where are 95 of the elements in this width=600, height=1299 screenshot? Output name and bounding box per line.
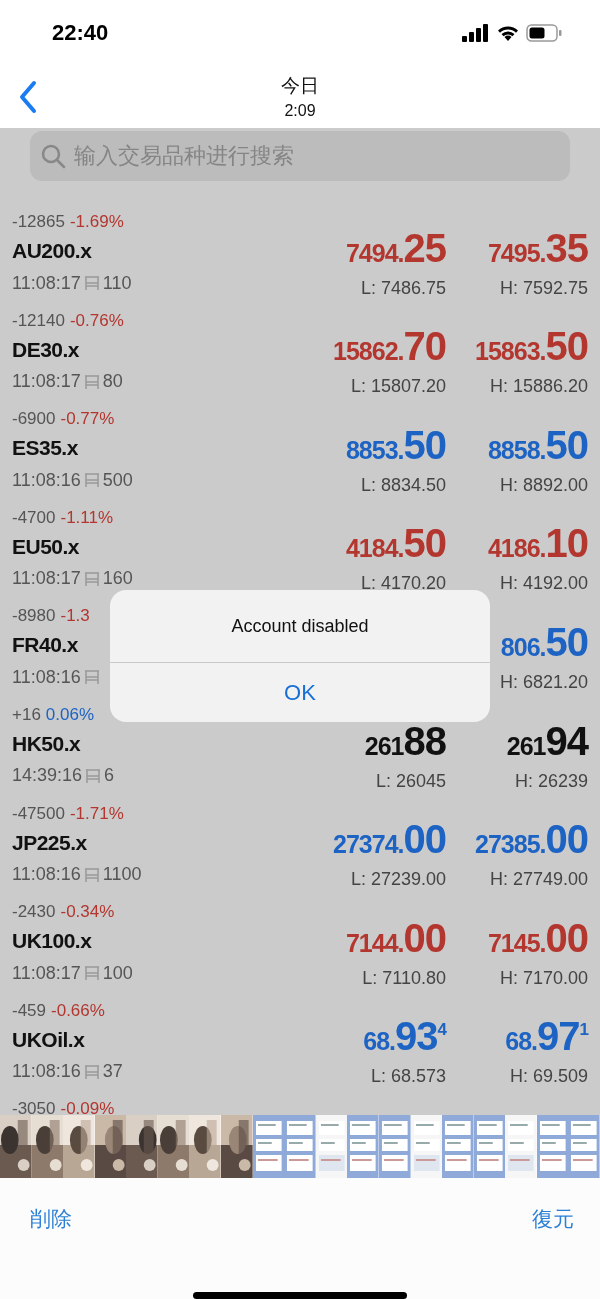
bracket-icon <box>83 866 100 883</box>
change-percent: 0.06% <box>45 704 95 725</box>
high-price: H: 15886.20 <box>489 376 588 399</box>
ask-price[interactable]: 7145.00 <box>487 915 588 968</box>
low-price: L: 7486.75 <box>360 277 446 300</box>
high-price: H: 7170.00 <box>499 967 588 990</box>
high-price: H: 27749.00 <box>489 869 588 892</box>
change-percent: -1.69% <box>69 212 124 232</box>
low-price: L: 26045 <box>375 770 446 793</box>
change-value: -12865 <box>12 212 65 232</box>
bracket-icon <box>83 570 100 587</box>
low-price: L: 15807.20 <box>350 376 446 399</box>
change-percent: -0.66% <box>51 1000 105 1021</box>
bracket-icon <box>83 1063 100 1080</box>
bid-price[interactable]: 4184.50 <box>345 521 446 574</box>
symbol-name[interactable]: HK50.x <box>12 727 296 760</box>
high-price: H: 26239 <box>514 770 588 793</box>
low-price: L: 7110.80 <box>362 967 446 990</box>
symbol-name[interactable]: EU50.x <box>12 530 296 563</box>
quote-time: 11:08:17 <box>12 371 81 393</box>
change-value: -2430 <box>12 902 56 923</box>
change-percent: -1.11% <box>60 507 114 528</box>
volume-value: 80 <box>102 371 123 393</box>
volume-value: 1100 <box>102 864 142 886</box>
wifi-icon <box>497 24 519 41</box>
ask-price[interactable]: 27385.00 <box>475 817 588 870</box>
change-value: -8980 <box>12 606 56 627</box>
bracket-icon <box>83 275 100 291</box>
bracket-icon <box>83 472 100 489</box>
symbol-name[interactable]: AU200.x <box>12 235 296 267</box>
bid-price[interactable]: 27374.00 <box>333 817 446 870</box>
quote-time: 11:08:16 <box>12 1061 81 1083</box>
nav-subtitle: 2:09 <box>284 102 316 120</box>
low-price: L: 68.573 <box>370 1066 446 1089</box>
change-percent: -1.71% <box>69 803 124 824</box>
high-price: H: 6821.20 <box>499 671 588 694</box>
volume-value: 6 <box>104 765 115 787</box>
high-price: H: 8892.00 <box>499 474 588 497</box>
volume-value: 100 <box>102 962 133 984</box>
symbol-name[interactable]: ES35.x <box>12 432 296 465</box>
bracket-icon <box>83 373 100 390</box>
quote-time: 11:08:16 <box>12 666 81 688</box>
bid-price[interactable]: 7494.25 <box>345 225 446 278</box>
change-percent: -0.09% <box>60 1099 115 1115</box>
ask-price[interactable]: 806.50 <box>500 619 588 672</box>
change-percent: -1.3 <box>60 606 90 627</box>
change-percent: -0.77% <box>60 409 115 430</box>
bid-price[interactable]: 8853.50 <box>345 422 446 475</box>
volume-value: 37 <box>102 1061 123 1083</box>
high-price: H: 69.509 <box>509 1066 588 1089</box>
high-price: H: 7592.75 <box>499 277 588 300</box>
symbol-name[interactable]: UKOil.x <box>12 1023 296 1056</box>
restore-button[interactable]: 復元 <box>532 1202 574 1236</box>
change-value: -47500 <box>12 803 65 824</box>
home-indicator[interactable] <box>193 1291 407 1299</box>
ask-price[interactable]: 8858.50 <box>487 422 588 475</box>
volume-value: 160 <box>102 568 133 590</box>
change-value: -459 <box>12 1000 47 1021</box>
change-percent: -0.34% <box>60 902 115 923</box>
ask-price[interactable]: 26194 <box>506 718 588 771</box>
change-percent: -0.76% <box>69 310 124 331</box>
bracket-icon <box>85 767 102 784</box>
bid-price[interactable]: 15862.70 <box>333 324 446 377</box>
ask-price[interactable]: 4186.10 <box>487 521 588 574</box>
clock-time: 22:40 <box>52 19 109 46</box>
battery-icon <box>526 23 562 42</box>
quote-time: 11:08:17 <box>12 962 81 984</box>
volume-value: 500 <box>102 469 133 491</box>
search-icon <box>40 143 66 169</box>
nav-title: 今日 <box>281 73 319 98</box>
bid-price[interactable]: 7144.00 <box>345 915 446 968</box>
low-price: L: 27239.00 <box>350 869 446 892</box>
bracket-icon <box>83 965 100 982</box>
delete-button[interactable]: 削除 <box>30 1202 72 1236</box>
change-value: -6900 <box>12 409 56 430</box>
bracket-icon <box>83 669 100 686</box>
symbol-name[interactable]: JP225.x <box>12 826 296 859</box>
signal-icon <box>462 23 490 42</box>
alert-message: Account disabled <box>110 590 490 663</box>
quote-time: 14:39:16 <box>12 765 83 787</box>
low-price: L: 8834.50 <box>360 474 446 497</box>
symbol-name[interactable]: DE30.x <box>12 333 296 366</box>
high-price: H: 4192.00 <box>499 573 588 596</box>
symbol-name[interactable]: UK100.x <box>12 925 296 958</box>
change-value: -12140 <box>12 310 65 331</box>
quote-time: 11:08:16 <box>12 864 81 886</box>
change-value: -4700 <box>12 507 56 528</box>
quote-time: 11:08:17 <box>12 272 81 294</box>
quote-time: 11:08:17 <box>12 568 81 590</box>
change-value: -3050 <box>12 1099 56 1115</box>
ask-price[interactable]: 15863.50 <box>475 324 588 377</box>
ask-price[interactable]: 7495.35 <box>487 225 588 278</box>
volume-value: 110 <box>102 272 132 294</box>
change-value: +16 <box>12 704 41 725</box>
quote-time: 11:08:16 <box>12 469 81 491</box>
